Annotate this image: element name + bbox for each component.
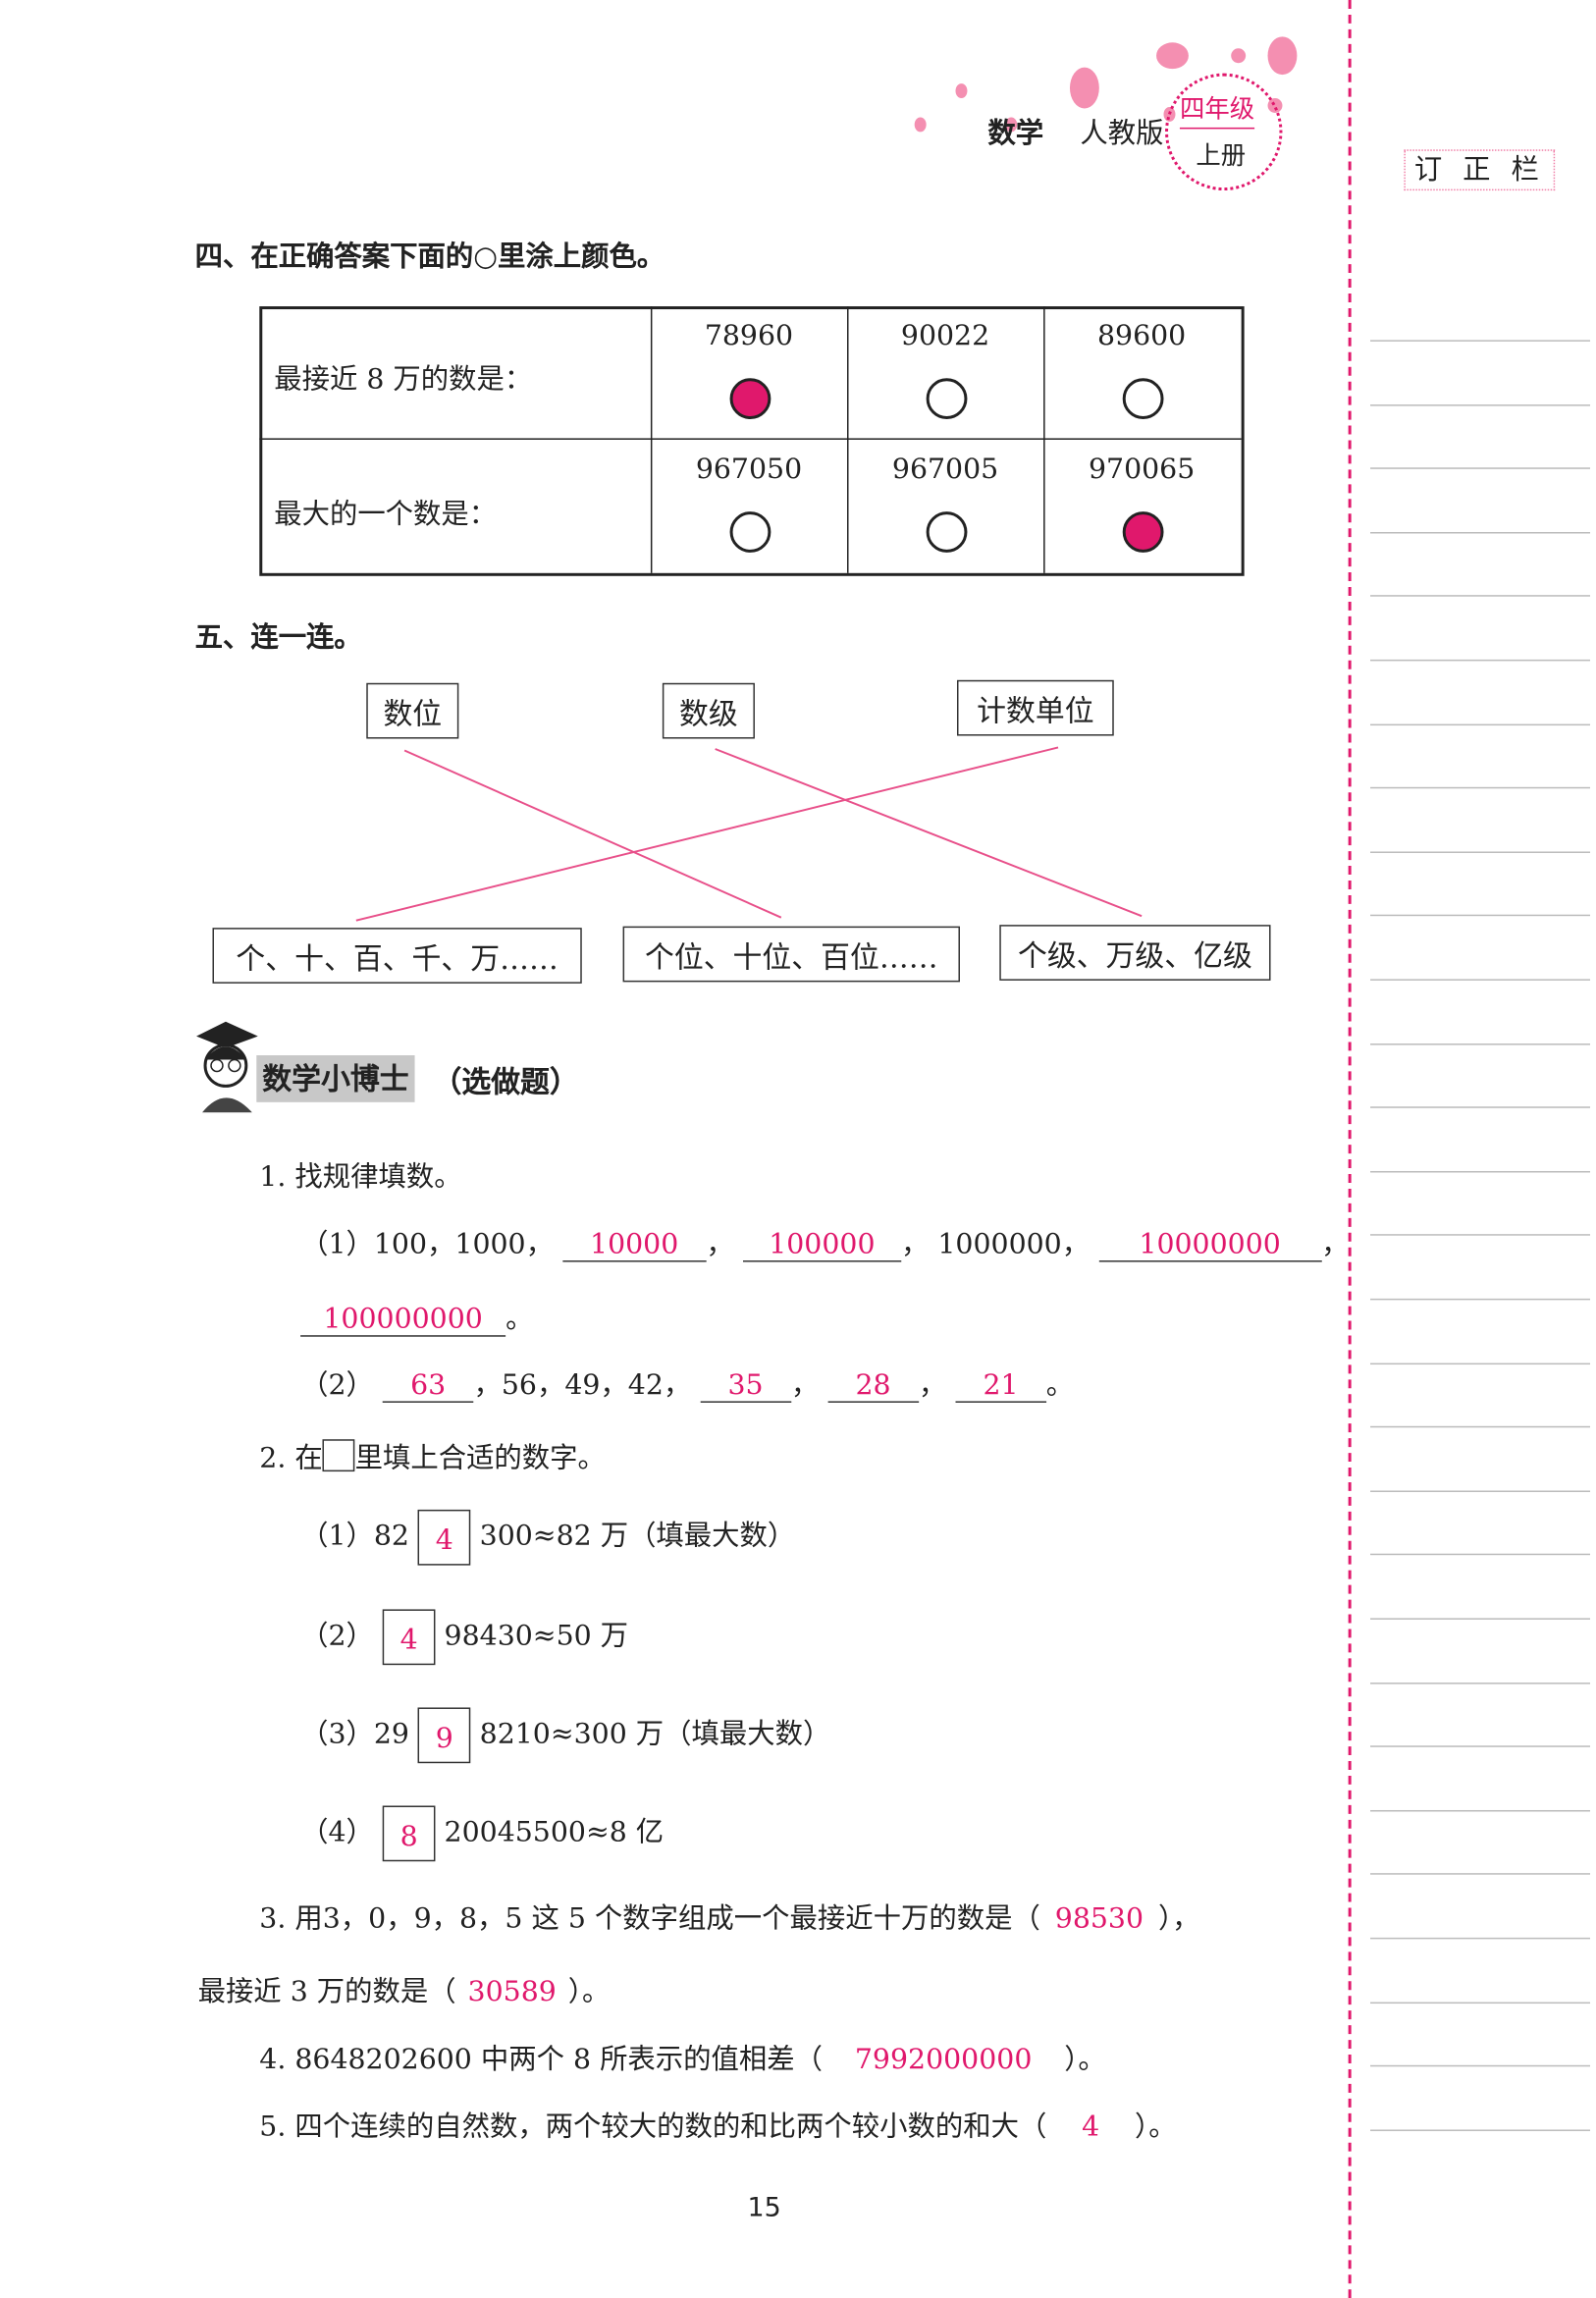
number-suffix: 300≈82 万（填最大数） bbox=[479, 1520, 796, 1553]
part-label: （1） bbox=[300, 1228, 374, 1261]
q2-item: （1）82 4 300≈82 万（填最大数） bbox=[300, 1509, 796, 1566]
q3-text: ）。 bbox=[567, 1975, 611, 2008]
correction-line bbox=[1370, 2001, 1591, 2004]
number-prefix: 29 bbox=[373, 1717, 409, 1750]
correction-line bbox=[1370, 531, 1591, 534]
correction-line bbox=[1370, 1106, 1591, 1109]
answer-value[interactable]: 7992000000 bbox=[823, 2043, 1064, 2075]
q4-text: ）。 bbox=[1064, 2043, 1106, 2076]
answer-blank[interactable]: 10000000 bbox=[1098, 1228, 1322, 1262]
correction-line bbox=[1370, 1745, 1591, 1748]
margin-divider bbox=[1348, 0, 1352, 2298]
part-label: （3） bbox=[300, 1717, 374, 1750]
connection-line bbox=[715, 748, 1143, 918]
correction-line bbox=[1370, 979, 1591, 981]
q2-title: 2. 在里填上合适的数字。 bbox=[259, 1436, 606, 1475]
answer-value[interactable]: 30589 bbox=[456, 1976, 568, 2008]
part-label: （1） bbox=[300, 1520, 374, 1553]
digit-box[interactable]: 4 bbox=[417, 1509, 471, 1566]
correction-line bbox=[1370, 1618, 1591, 1620]
workbook-page: 数学 人教版 四年级 上册 订 正 栏 四、在正确答案下面的○里涂上颜色。 最接… bbox=[0, 0, 1596, 2298]
correction-line bbox=[1370, 1937, 1591, 1940]
answer-blank[interactable]: 35 bbox=[700, 1369, 791, 1403]
bonus-subtitle: （选做题） bbox=[432, 1063, 579, 1099]
answer-blank[interactable]: 63 bbox=[382, 1369, 474, 1403]
number-prefix: 82 bbox=[373, 1520, 409, 1553]
correction-line bbox=[1370, 1234, 1591, 1237]
digit-box[interactable]: 8 bbox=[382, 1805, 436, 1862]
part-label: （2） bbox=[300, 1368, 374, 1402]
q1-part1: （1）100，1000， 10000， 100000， 1000000， 100… bbox=[300, 1228, 1350, 1262]
connection-line bbox=[355, 746, 1059, 922]
number-suffix: 8210≈300 万（填最大数） bbox=[479, 1717, 831, 1750]
q1-part2: （2） 63 ，56，49，42， 35， 28， 21。 bbox=[300, 1368, 1075, 1403]
q5-text: ）。 bbox=[1135, 2111, 1177, 2143]
q3-text: ）， bbox=[1157, 1902, 1200, 1935]
correction-line bbox=[1370, 722, 1591, 725]
square-symbol bbox=[322, 1439, 355, 1472]
correction-line bbox=[1370, 1682, 1591, 1683]
doctor-mascot-icon bbox=[196, 1021, 258, 1113]
q4-text: 4. 8648202600 中两个 8 所表示的值相差（ bbox=[259, 2043, 824, 2076]
digit-box[interactable]: 4 bbox=[382, 1609, 436, 1666]
answer-value[interactable]: 4 bbox=[1046, 2111, 1135, 2143]
answer-blank[interactable]: 28 bbox=[827, 1369, 919, 1403]
correction-column-title: 订 正 栏 bbox=[1404, 149, 1556, 191]
correction-line bbox=[1370, 1873, 1591, 1876]
q3-line2: 最接近 3 万的数是（ 30589）。 bbox=[198, 1970, 611, 2009]
correction-line bbox=[1370, 2065, 1591, 2067]
correction-line bbox=[1370, 1298, 1591, 1301]
q2-item: （2） 4 98430≈50 万 bbox=[300, 1609, 629, 1666]
part-label: （2） bbox=[300, 1619, 374, 1652]
number-suffix: 20045500≈8 亿 bbox=[444, 1815, 665, 1848]
sequence-text: ，56，49，42， bbox=[473, 1368, 692, 1402]
answer-blank[interactable]: 21 bbox=[955, 1369, 1046, 1403]
answer-blank[interactable]: 100000000 bbox=[300, 1303, 506, 1337]
q2-item: （4） 8 20045500≈8 亿 bbox=[300, 1805, 665, 1862]
sequence-text: 1000000， bbox=[937, 1228, 1091, 1261]
q2-item: （3）29 9 8210≈300 万（填最大数） bbox=[300, 1707, 831, 1764]
bonus-title: 数学小博士 bbox=[256, 1055, 415, 1102]
part-label: （4） bbox=[300, 1815, 374, 1848]
q5: 5. 四个连续的自然数，两个较大的数的和比两个较小数的和大（ 4）。 bbox=[259, 2105, 1176, 2144]
connection-lines bbox=[355, 746, 1143, 922]
answer-value[interactable]: 98530 bbox=[1040, 1902, 1158, 1935]
correction-line bbox=[1370, 787, 1591, 789]
page-number: 15 bbox=[747, 2192, 781, 2224]
correction-line bbox=[1370, 1426, 1591, 1428]
q2-title-post: 里填上合适的数字。 bbox=[354, 1442, 606, 1475]
correction-line bbox=[1370, 403, 1591, 405]
digit-box[interactable]: 9 bbox=[417, 1707, 471, 1764]
correction-line bbox=[1370, 340, 1591, 342]
q4: 4. 8648202600 中两个 8 所表示的值相差（ 7992000000）。 bbox=[259, 2037, 1106, 2076]
correction-line bbox=[1370, 2129, 1591, 2131]
q1-title: 1. 找规律填数。 bbox=[259, 1160, 462, 1194]
correction-line bbox=[1370, 851, 1591, 853]
correction-line bbox=[1370, 915, 1591, 917]
q1-part1-cont: 100000000。 bbox=[300, 1297, 534, 1337]
q3-text: 最接近 3 万的数是（ bbox=[197, 1975, 456, 2008]
answer-blank[interactable]: 100000 bbox=[742, 1228, 901, 1262]
correction-line bbox=[1370, 1809, 1591, 1812]
q3-line1: 3. 用3，0，9，8，5 这 5 个数字组成一个最接近十万的数是（ 98530）… bbox=[259, 1897, 1199, 1936]
correction-line bbox=[1370, 467, 1591, 470]
correction-line bbox=[1370, 659, 1591, 662]
sequence-text: 100，1000， bbox=[373, 1228, 554, 1261]
number-suffix: 98430≈50 万 bbox=[444, 1619, 629, 1652]
q2-title-pre: 2. 在 bbox=[259, 1442, 323, 1475]
answer-blank[interactable]: 10000 bbox=[562, 1228, 707, 1262]
q3-text: 3. 用3，0，9，8，5 这 5 个数字组成一个最接近十万的数是（ bbox=[259, 1902, 1040, 1935]
q5-text: 5. 四个连续的自然数，两个较大的数的和比两个较小数的和大（ bbox=[259, 2111, 1047, 2143]
correction-line bbox=[1370, 1170, 1591, 1173]
correction-line bbox=[1370, 595, 1591, 598]
correction-line bbox=[1370, 1042, 1591, 1044]
correction-line bbox=[1370, 1490, 1591, 1492]
connection-line bbox=[403, 749, 782, 919]
correction-line bbox=[1370, 1554, 1591, 1556]
